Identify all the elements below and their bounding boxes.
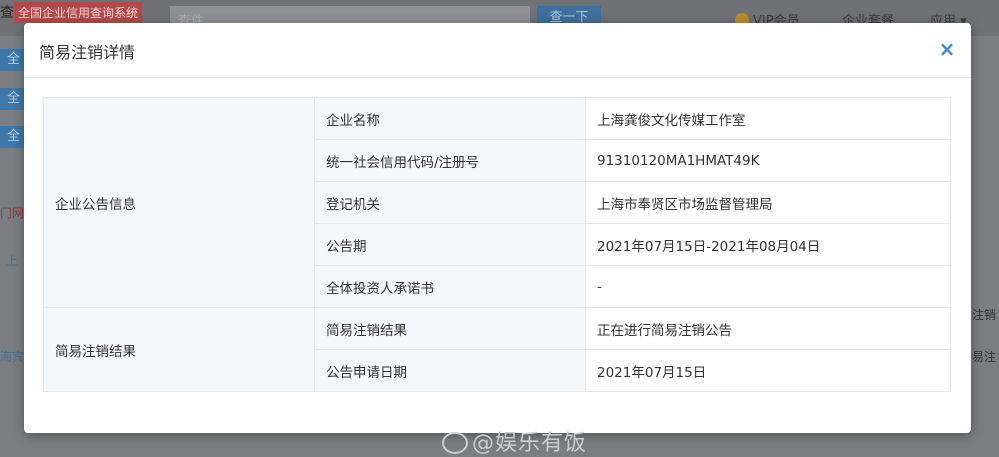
row-value: 2021年07月15日 xyxy=(585,349,951,392)
row-label: 全体投资人承诺书 xyxy=(314,265,586,308)
background-logo-tag: 全国企业信用查询系统 xyxy=(14,2,143,23)
side-tab-label: 全 xyxy=(7,52,21,67)
background-logo-char: 查 xyxy=(0,5,14,21)
cancellation-details-modal: 简易注销详情 × 企业公告信息 企业名称 上海龚俊文化传媒工作室 统一社会信用代… xyxy=(24,23,971,456)
watermark-text: @娱乐有饭 xyxy=(472,431,588,456)
table-row: 企业公告信息 企业名称 上海龚俊文化传媒工作室 xyxy=(43,97,951,308)
row-value: 正在进行简易注销公告 xyxy=(585,307,951,350)
weibo-icon xyxy=(442,432,468,454)
background-side-tab[interactable]: 全 xyxy=(0,88,26,110)
background-left-link[interactable]: 上 xyxy=(6,252,18,269)
side-tab-label: 全 xyxy=(7,91,21,106)
row-value: 91310120MA1HMAT49K xyxy=(585,139,951,182)
row-label: 公告申请日期 xyxy=(314,349,586,392)
company-name-link[interactable]: 上海龚俊文化传媒工作室 xyxy=(585,97,951,140)
row-value: - xyxy=(585,265,951,308)
table-row: 简易注销结果 简易注销结果 正在进行简易注销公告 xyxy=(43,307,951,392)
modal-title: 简易注销详情 xyxy=(39,43,136,62)
row-label: 公告期 xyxy=(314,223,586,266)
row-label: 登记机关 xyxy=(314,181,586,224)
row-label: 企业名称 xyxy=(314,97,586,140)
background-right-text: 易注 xyxy=(972,350,997,364)
details-table: 企业公告信息 企业名称 上海龚俊文化传媒工作室 统一社会信用代码/注册号 913… xyxy=(43,97,951,392)
background-side-tab[interactable]: 全 xyxy=(0,49,26,71)
section-label-result: 简易注销结果 xyxy=(43,307,315,392)
row-label: 统一社会信用代码/注册号 xyxy=(314,139,586,182)
row-value: 2021年07月15日-2021年08月04日 xyxy=(585,223,951,266)
background-side-tab[interactable]: 全 xyxy=(0,126,26,148)
close-icon[interactable]: × xyxy=(937,37,957,61)
watermark: @娱乐有饭 xyxy=(442,425,587,457)
row-label: 简易注销结果 xyxy=(314,307,586,350)
background-right-text: 注销 xyxy=(972,308,997,322)
side-tab-label: 全 xyxy=(7,129,21,144)
background-left-link[interactable]: 海宾 xyxy=(0,348,24,365)
section-label-announcement: 企业公告信息 xyxy=(43,97,315,308)
modal-header: 简易注销详情 × xyxy=(24,23,971,78)
background-red-text: 冂网 xyxy=(0,206,25,220)
row-value: 上海市奉贤区市场监督管理局 xyxy=(585,181,951,224)
